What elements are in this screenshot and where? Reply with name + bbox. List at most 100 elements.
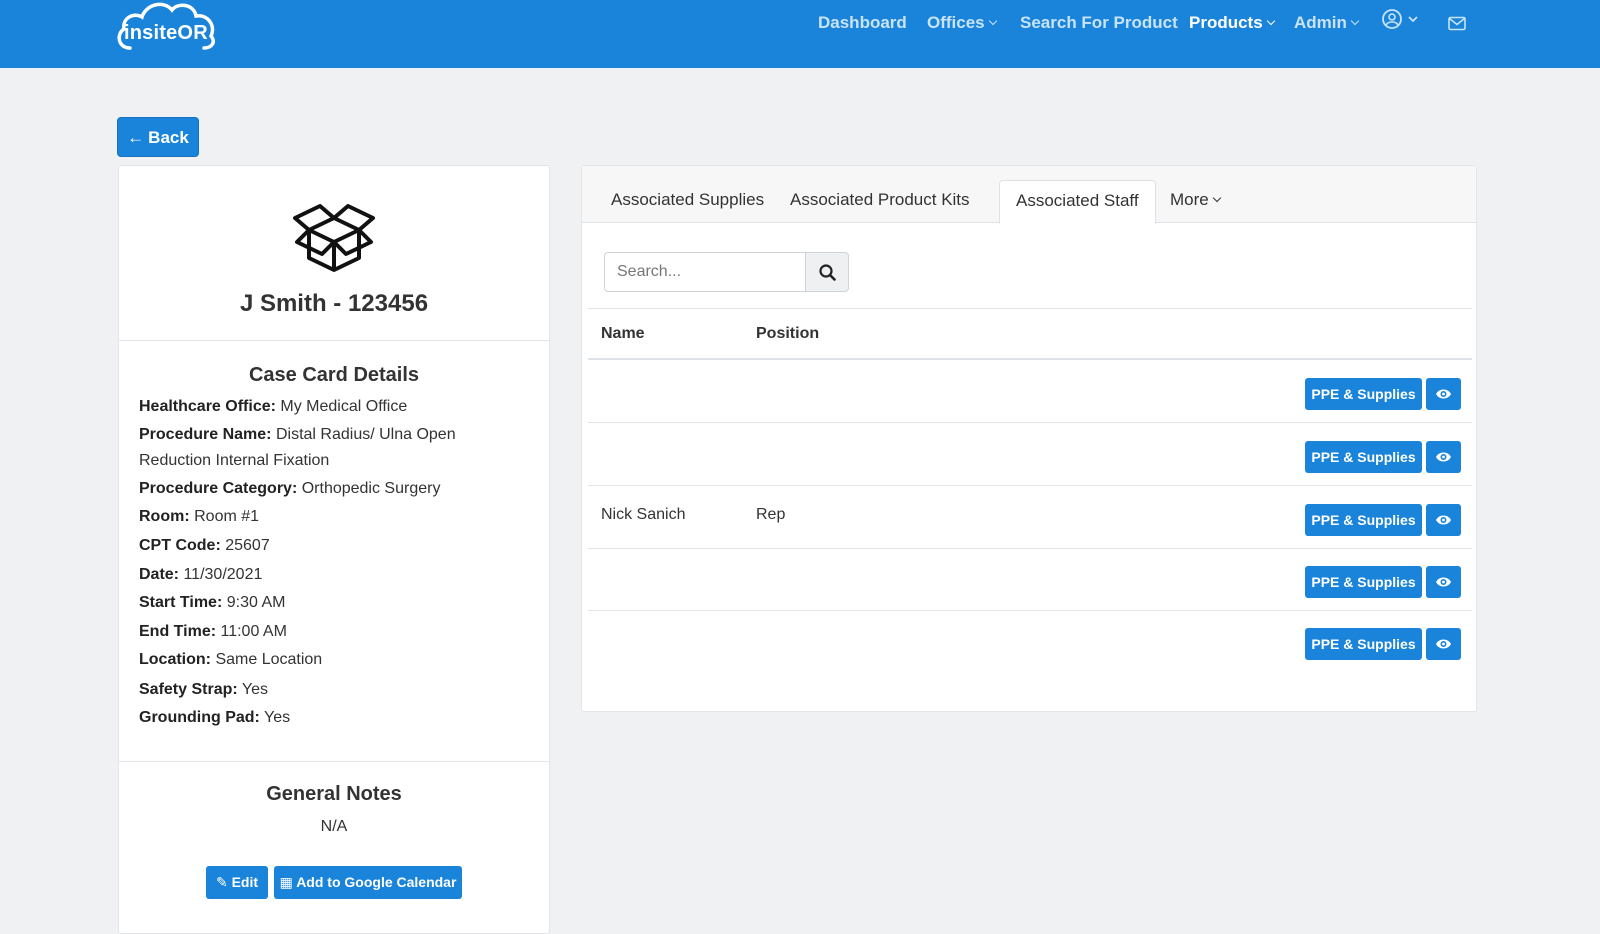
insiteor-logo[interactable]: insiteOR xyxy=(116,0,220,52)
detail-start-time: Start Time: 9:30 AM xyxy=(139,590,479,616)
view-button[interactable] xyxy=(1426,566,1461,598)
detail-value: 9:30 AM xyxy=(226,594,286,611)
table-row: PPE & Supplies xyxy=(588,423,1472,486)
chevron-down-icon xyxy=(1212,193,1221,203)
user-account-menu[interactable] xyxy=(1381,8,1423,35)
detail-value: Yes xyxy=(264,709,291,726)
back-button[interactable]: ← Back xyxy=(117,117,199,157)
detail-value: My Medical Office xyxy=(280,398,408,415)
nav-offices[interactable]: Offices xyxy=(927,12,997,34)
nav-offices-label: Offices xyxy=(927,13,985,32)
tab-bar: Associated Supplies Associated Product K… xyxy=(582,166,1476,224)
chevron-down-icon xyxy=(1266,16,1275,26)
case-card-panel: J Smith - 123456 Case Card Details Healt… xyxy=(118,165,550,934)
tab-associated-supplies[interactable]: Associated Supplies xyxy=(611,180,764,223)
user-circle-icon xyxy=(1382,9,1418,29)
associations-panel: Associated Supplies Associated Product K… xyxy=(581,165,1477,712)
detail-value: 11:00 AM xyxy=(220,623,287,640)
table-row: PPE & Supplies xyxy=(588,610,1472,673)
search-icon xyxy=(819,264,836,281)
ppe-supplies-button[interactable]: PPE & Supplies xyxy=(1305,378,1422,410)
table-row: PPE & Supplies xyxy=(588,548,1472,611)
detail-value: 11/30/2021 xyxy=(183,566,263,583)
table-row: Nick Sanich Rep PPE & Supplies xyxy=(588,486,1472,549)
eye-icon xyxy=(1436,639,1451,649)
detail-value: Same Location xyxy=(215,651,323,668)
eye-icon xyxy=(1436,389,1451,399)
view-button[interactable] xyxy=(1426,441,1461,473)
detail-value: 25607 xyxy=(225,537,270,554)
search-input[interactable] xyxy=(604,252,806,292)
nav-dashboard[interactable]: Dashboard xyxy=(818,12,907,34)
detail-label: End Time: xyxy=(139,623,217,640)
calendar-button-label: Add to Google Calendar xyxy=(296,874,457,890)
detail-healthcare-office: Healthcare Office: My Medical Office xyxy=(139,394,479,420)
detail-label: Grounding Pad: xyxy=(139,709,260,726)
view-button[interactable] xyxy=(1426,504,1461,536)
calendar-icon: ▦ xyxy=(279,874,293,890)
staff-search xyxy=(604,252,850,292)
column-header-position: Position xyxy=(756,325,820,342)
eye-icon xyxy=(1436,577,1451,587)
ppe-supplies-button[interactable]: PPE & Supplies xyxy=(1305,628,1422,660)
eye-icon xyxy=(1436,452,1451,462)
details-heading: Case Card Details xyxy=(248,364,420,386)
tab-associated-staff[interactable]: Associated Staff xyxy=(999,180,1156,224)
search-button[interactable] xyxy=(805,252,849,292)
detail-value: Room #1 xyxy=(194,508,260,525)
view-button[interactable] xyxy=(1426,628,1461,660)
detail-location: Location: Same Location xyxy=(139,647,479,673)
eye-icon xyxy=(1436,515,1451,525)
ppe-supplies-button[interactable]: PPE & Supplies xyxy=(1305,566,1422,598)
edit-icon: ✎ xyxy=(215,874,228,890)
view-button[interactable] xyxy=(1426,378,1461,410)
detail-procedure-category: Procedure Category: Orthopedic Surgery xyxy=(139,476,479,502)
edit-button-label: Edit xyxy=(231,874,259,890)
detail-end-time: End Time: 11:00 AM xyxy=(139,619,479,645)
detail-label: Safety Strap: xyxy=(139,681,238,698)
detail-label: Start Time: xyxy=(139,594,223,611)
tab-associated-product-kits[interactable]: Associated Product Kits xyxy=(790,180,970,223)
table-row: PPE & Supplies xyxy=(588,360,1472,423)
detail-safety-strap: Safety Strap: Yes xyxy=(139,677,479,703)
detail-label: Healthcare Office: xyxy=(139,398,276,415)
detail-label: Location: xyxy=(139,651,211,668)
back-button-label: Back xyxy=(148,128,189,147)
case-card-details: Case Card Details Healthcare Office: My … xyxy=(119,342,549,762)
detail-grounding-pad: Grounding Pad: Yes xyxy=(139,705,479,731)
nav-search-for-product[interactable]: Search For Product xyxy=(1020,12,1178,34)
row-position: Rep xyxy=(756,506,786,523)
column-header-name: Name xyxy=(601,325,645,342)
detail-value: Orthopedic Surgery xyxy=(301,480,441,497)
ppe-supplies-button[interactable]: PPE & Supplies xyxy=(1305,441,1422,473)
chevron-down-icon xyxy=(1350,16,1360,26)
nav-products[interactable]: Products xyxy=(1189,12,1275,34)
chevron-down-icon xyxy=(988,16,997,26)
detail-label: Procedure Category: xyxy=(139,480,298,497)
detail-date: Date: 11/30/2021 xyxy=(139,562,479,588)
detail-label: CPT Code: xyxy=(139,537,221,554)
top-navbar: insiteOR Dashboard Offices Search For Pr… xyxy=(0,0,1600,68)
edit-button[interactable]: ✎ Edit xyxy=(206,866,268,899)
detail-room: Room: Room #1 xyxy=(139,504,479,530)
nav-admin[interactable]: Admin xyxy=(1294,12,1360,34)
detail-cpt-code: CPT Code: 25607 xyxy=(139,533,479,559)
case-card-header: J Smith - 123456 xyxy=(119,166,549,341)
tab-more[interactable]: More xyxy=(1170,180,1221,223)
notes-value: N/A xyxy=(320,818,348,835)
envelope-icon[interactable] xyxy=(1448,16,1466,36)
detail-label: Room: xyxy=(139,508,190,525)
general-notes-section: General Notes N/A ✎ Edit ▦ Add to Google… xyxy=(119,763,549,933)
detail-label: Date: xyxy=(139,566,180,583)
detail-procedure-name: Procedure Name: Distal Radius/ Ulna Open… xyxy=(139,422,479,474)
arrow-left-icon: ← xyxy=(127,128,145,147)
case-title: J Smith - 123456 xyxy=(239,290,429,317)
ppe-supplies-button[interactable]: PPE & Supplies xyxy=(1305,504,1422,536)
staff-table-header: Name Position xyxy=(588,308,1472,360)
add-to-google-calendar-button[interactable]: ▦ Add to Google Calendar xyxy=(274,866,462,899)
detail-value: Yes xyxy=(241,681,268,698)
open-box-icon xyxy=(293,204,375,272)
nav-products-label: Products xyxy=(1189,13,1263,32)
nav-admin-label: Admin xyxy=(1294,13,1347,32)
detail-label: Procedure Name: xyxy=(139,426,272,443)
